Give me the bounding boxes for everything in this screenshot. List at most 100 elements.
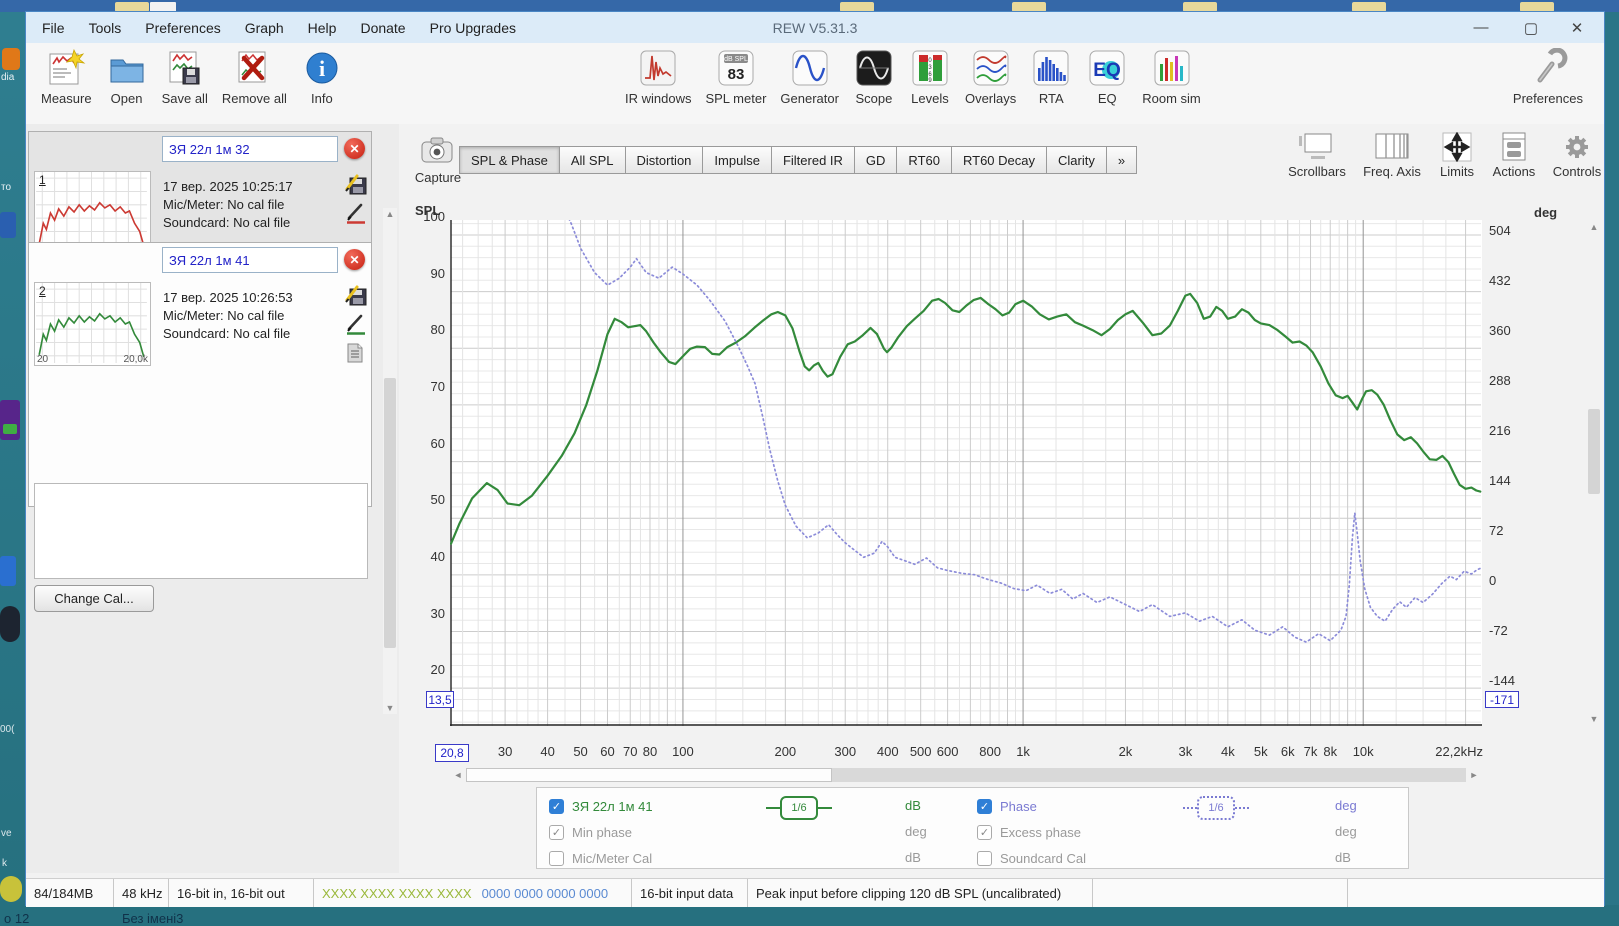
menu-item-donate[interactable]: Donate: [348, 20, 417, 36]
eq-button[interactable]: EQ EQ: [1086, 47, 1128, 106]
preferences-button[interactable]: Preferences: [1513, 47, 1583, 106]
badge-line: [766, 807, 780, 809]
change-cal-button[interactable]: Change Cal...: [34, 585, 154, 612]
menu-item-help[interactable]: Help: [296, 20, 349, 36]
desktop-label: Без імені3: [122, 911, 184, 926]
menu-item-file[interactable]: File: [30, 20, 77, 36]
legend-label: ЗЯ 22л 1м 41: [572, 798, 653, 814]
graph-button-label: Actions: [1492, 164, 1536, 179]
rta-button[interactable]: RTA: [1030, 47, 1072, 106]
toolbar-label: Measure: [41, 91, 92, 106]
menu-item-graph[interactable]: Graph: [233, 20, 296, 36]
measurement-notes-box[interactable]: [34, 483, 368, 579]
trace-color-pen-icon[interactable]: [345, 313, 367, 335]
ir-windows-icon: [637, 47, 679, 89]
y-axis-min-value[interactable]: 13,5: [426, 691, 454, 708]
tab--[interactable]: »: [1106, 146, 1138, 174]
save-trace-icon[interactable]: [345, 173, 367, 195]
open-button[interactable]: Open: [106, 47, 148, 106]
minimize-button[interactable]: —: [1458, 12, 1504, 43]
scroll-up-icon[interactable]: ▲: [383, 208, 397, 220]
tab-rt60-decay[interactable]: RT60 Decay: [951, 146, 1047, 174]
maximize-button[interactable]: ▢: [1508, 12, 1554, 43]
save-trace-icon[interactable]: [345, 284, 367, 306]
measurement-thumbnail[interactable]: 2 20 20,0k: [34, 282, 151, 366]
actions-button[interactable]: Actions: [1481, 130, 1547, 179]
remove-all-button[interactable]: Remove all: [222, 47, 287, 106]
levels-button[interactable]: 0 3 6 9 Levels: [909, 47, 951, 106]
h-scroll-thumb[interactable]: [466, 768, 832, 782]
panel-scrollbar[interactable]: ▲ ▼: [383, 208, 397, 714]
menu-item-pro-upgrades[interactable]: Pro Upgrades: [418, 20, 528, 36]
tab-gd[interactable]: GD: [854, 146, 898, 174]
legend-checkbox--22-1-41[interactable]: ✓: [549, 798, 564, 814]
trace-color-pen-icon[interactable]: [345, 202, 367, 224]
measurement-card-2[interactable]: ✕ 2 20 20,0k 17 вер. 2025 10:26:53 Mic/Meter:…: [28, 242, 372, 612]
menu-item-tools[interactable]: Tools: [77, 20, 134, 36]
delete-measurement-icon[interactable]: ✕: [344, 138, 365, 159]
toolbar-label: Room sim: [1142, 91, 1201, 106]
main-toolbar: Measure Open Save all Remove all i Info IR wi…: [26, 43, 1604, 125]
save-all-button[interactable]: Save all: [162, 47, 208, 106]
tab-clarity[interactable]: Clarity: [1047, 146, 1107, 174]
legend-checkbox-min-phase[interactable]: ✓: [549, 824, 564, 840]
measurement-name-input[interactable]: [162, 247, 338, 273]
right-axis-min-value[interactable]: -171: [1485, 691, 1519, 708]
scroll-down-icon[interactable]: ▼: [1587, 713, 1601, 725]
legend-unit: dB: [1335, 850, 1351, 865]
scroll-left-icon[interactable]: ◄: [451, 769, 465, 781]
capture-button[interactable]: [419, 133, 455, 169]
measure-button[interactable]: Measure: [41, 47, 92, 106]
graph-h-scrollbar[interactable]: ◄ ►: [451, 768, 1481, 783]
smoothing-badge[interactable]: 1/6: [1183, 796, 1249, 820]
tab-impulse[interactable]: Impulse: [703, 146, 772, 174]
right-axis-tick: 216: [1489, 423, 1511, 438]
menu-item-preferences[interactable]: Preferences: [133, 20, 232, 36]
room-sim-button[interactable]: Room sim: [1142, 47, 1201, 106]
measurement-date: 17 вер. 2025 10:26:53: [163, 290, 293, 305]
legend-row: ✓ Phase: [977, 795, 1397, 817]
overlays-button[interactable]: Overlays: [965, 47, 1016, 106]
legend-checkbox-excess-phase[interactable]: ✓: [977, 824, 992, 840]
toolbar-label: SPL meter: [705, 91, 767, 106]
scope-button[interactable]: Scope: [853, 47, 895, 106]
scroll-right-icon[interactable]: ►: [1467, 769, 1481, 781]
tab-spl-phase[interactable]: SPL & Phase: [459, 146, 560, 174]
actions-icon: [1494, 130, 1534, 164]
graph-v-scrollbar[interactable]: ▲ ▼: [1587, 221, 1602, 725]
tab-all-spl[interactable]: All SPL: [559, 146, 626, 174]
scrollbars-button[interactable]: Scrollbars: [1284, 130, 1350, 179]
status-memory: 84/184MB: [26, 879, 114, 907]
tab-distortion[interactable]: Distortion: [625, 146, 704, 174]
legend-checkbox-phase[interactable]: ✓: [977, 798, 992, 814]
left-axis-tick: 80: [430, 322, 445, 338]
x-axis-min-value[interactable]: 20,8: [435, 744, 469, 762]
tab-filtered-ir[interactable]: Filtered IR: [771, 146, 855, 174]
svg-text:dB SPL: dB SPL: [724, 56, 748, 63]
desktop-icon-fragment: [0, 212, 16, 238]
scroll-down-icon[interactable]: ▼: [383, 702, 397, 714]
graph-area: Capture SPL & Phase All SPL Distortion Impu…: [399, 124, 1604, 873]
delete-measurement-icon[interactable]: ✕: [344, 249, 365, 270]
scroll-up-icon[interactable]: ▲: [1587, 221, 1601, 233]
close-button[interactable]: ✕: [1554, 12, 1600, 43]
smoothing-badge[interactable]: 1/6: [766, 796, 832, 820]
spl-meter-button[interactable]: dB SPL 83 SPL meter: [705, 47, 766, 106]
tab-rt60[interactable]: RT60: [897, 146, 952, 174]
generator-button[interactable]: Generator: [780, 47, 839, 106]
controls-button[interactable]: Controls: [1544, 130, 1610, 179]
freq-axis-button[interactable]: Freq. Axis: [1359, 130, 1425, 179]
info-button[interactable]: i Info: [301, 47, 343, 106]
save-all-icon: [164, 47, 206, 89]
right-axis-tick: 288: [1489, 373, 1511, 388]
desktop-icon-fragment: то: [1, 182, 12, 193]
badge-line: [1235, 807, 1249, 809]
legend-checkbox-soundcard-cal[interactable]: [977, 850, 992, 866]
measurement-name-input[interactable]: [162, 136, 338, 162]
badge-line: [1183, 807, 1197, 809]
info-icon: i: [301, 47, 343, 89]
notes-icon[interactable]: [345, 342, 367, 364]
measurement-actions: [345, 173, 367, 224]
legend-checkbox-mic-meter-cal[interactable]: [549, 850, 564, 866]
ir-windows-button[interactable]: IR windows: [625, 47, 691, 106]
